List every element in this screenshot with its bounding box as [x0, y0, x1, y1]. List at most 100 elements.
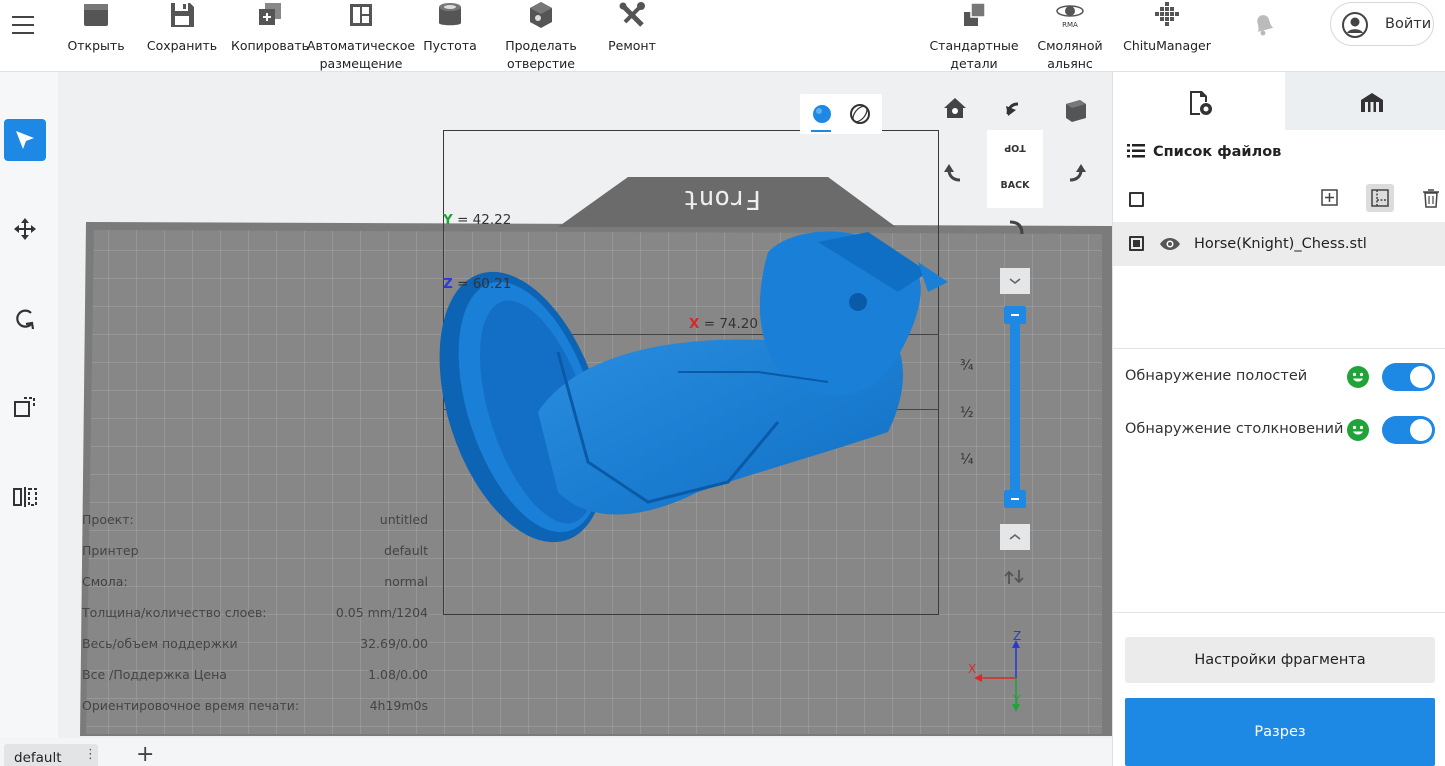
add-file-button[interactable] [1316, 184, 1344, 212]
info-value: 32.69/0.00 [360, 636, 428, 651]
fraction-quarter: ¼ [960, 452, 974, 468]
rotate-left-icon [944, 164, 961, 182]
scale-tool-button[interactable] [4, 387, 46, 429]
print-info-table: Проект: untitled Принтер default Смола: nor… [80, 506, 430, 723]
plate-tabs-bar: default ⋮ + [0, 738, 1112, 766]
chitumanager-button[interactable]: ChituManager [1120, 0, 1214, 55]
repair-button[interactable]: Ремонт [602, 0, 662, 55]
right-panel: Список файлов Horse(Knight)_Chess.stl Об… [1112, 72, 1445, 766]
copy-icon [255, 0, 285, 30]
chitumanager-icon [1152, 0, 1182, 30]
move-tool-button[interactable] [4, 208, 46, 250]
standard-parts-button[interactable]: Стандартные детали [926, 0, 1022, 73]
chevron-up-icon [1009, 533, 1021, 540]
collision-detection-label: Обнаружение столкновений [1125, 421, 1344, 437]
axis-z-label: Z [1013, 629, 1022, 643]
slider-down-arrow[interactable] [1000, 524, 1030, 550]
perspective-button[interactable] [1060, 94, 1090, 124]
resin-alliance-button[interactable]: RMA Смоляной альянс [1032, 0, 1108, 73]
dim-z-axis: Z [443, 276, 453, 292]
cavity-detection-toggle[interactable] [1382, 363, 1435, 391]
slider-handle-bottom[interactable] [1004, 490, 1026, 508]
support-icon [1361, 93, 1383, 112]
cavity-detection-row: Обнаружение полостей [1125, 361, 1437, 393]
select-tool-button[interactable] [4, 119, 46, 161]
delete-file-button[interactable] [1417, 184, 1445, 212]
horse-model[interactable] [438, 222, 958, 562]
info-value: untitled [379, 512, 428, 527]
login-label: Войти [1385, 16, 1432, 32]
tab-files[interactable] [1113, 72, 1285, 130]
slider-track[interactable] [1010, 308, 1020, 500]
home-view-button[interactable] [940, 94, 970, 124]
drill-hole-button[interactable]: Проделать отверстие [500, 0, 582, 73]
floppy-icon [167, 0, 197, 30]
layout-icon [346, 0, 376, 30]
collision-detection-row: Обнаружение столкновений [1125, 414, 1437, 446]
auto-arrange-button[interactable]: Автоматическое размещение [306, 0, 416, 73]
collision-detection-toggle[interactable] [1382, 416, 1435, 444]
cursor-icon [16, 131, 34, 149]
info-key: Весь/объем поддержки [82, 636, 238, 651]
info-row: Ориентировочное время печати: 4h19m0s [80, 692, 430, 723]
file-settings-icon [1190, 91, 1212, 115]
save-button[interactable]: Сохранить [146, 0, 218, 55]
divider [1113, 348, 1445, 349]
plate-tab-default[interactable]: default ⋮ [4, 744, 98, 766]
undo-view-button[interactable] [1000, 94, 1030, 124]
copy-button[interactable]: Копировать [230, 0, 310, 55]
solid-render-button[interactable] [811, 103, 833, 125]
file-list-item[interactable]: Horse(Knight)_Chess.stl [1113, 222, 1445, 266]
wireframe-render-button[interactable] [849, 103, 871, 125]
info-value: 0.05 mm/1204 [335, 605, 428, 620]
slider-up-arrow[interactable] [1000, 268, 1030, 294]
parts-icon [959, 0, 989, 30]
layout-file-button[interactable] [1366, 184, 1394, 212]
rotate-down-view-button[interactable] [1000, 214, 1030, 244]
3d-viewport[interactable]: Front Y = 42.22 Z = 60.21 X = 74.20 Прое… [58, 72, 1112, 738]
file-checkbox[interactable] [1129, 236, 1144, 251]
view-cube[interactable]: TOP BACK [987, 130, 1043, 208]
drill-hole-label: Проделать отверстие [505, 38, 577, 71]
resin-alliance-label: Смоляной альянс [1037, 38, 1103, 71]
layer-jump-button[interactable] [1000, 562, 1030, 592]
view-cube-top[interactable]: TOP [987, 142, 1043, 153]
slice-button[interactable]: Разрез [1125, 698, 1435, 766]
slider-handle-top[interactable] [1004, 306, 1026, 324]
slice-settings-button[interactable]: Настройки фрагмента [1125, 637, 1435, 683]
bell-icon[interactable] [1250, 10, 1278, 38]
hollow-button[interactable]: Пустота [420, 0, 480, 55]
layer-slider[interactable] [988, 268, 1042, 628]
menu-icon[interactable] [8, 10, 38, 40]
fraction-half: ½ [960, 405, 974, 421]
tab-supports[interactable] [1285, 72, 1445, 130]
rotate-tool-button[interactable] [4, 298, 46, 340]
mirror-icon [13, 487, 37, 507]
mirror-tool-button[interactable] [4, 476, 46, 518]
tab-more-icon[interactable]: ⋮ [84, 747, 97, 762]
file-name: Horse(Knight)_Chess.stl [1194, 236, 1367, 252]
render-mode-toggle [800, 94, 882, 134]
scale-icon [14, 397, 35, 417]
add-plate-button[interactable]: + [136, 744, 154, 766]
open-button[interactable]: Открыть [64, 0, 128, 55]
rma-logo-icon: RMA [1055, 0, 1085, 30]
select-all-checkbox[interactable] [1129, 192, 1144, 207]
standard-parts-label: Стандартные детали [929, 38, 1019, 71]
eye-icon[interactable] [1159, 236, 1181, 252]
info-value: normal [384, 574, 428, 589]
login-button[interactable]: Войти [1330, 2, 1434, 46]
info-row: Толщина/количество слоев: 0.05 mm/1204 [80, 599, 430, 630]
info-key: Все /Поддержка Цена [82, 667, 227, 682]
view-cube-back[interactable]: BACK [987, 180, 1043, 191]
info-value: default [384, 543, 428, 558]
rotate-icon [16, 309, 35, 330]
info-row: Смола: normal [80, 568, 430, 599]
list-icon [1127, 144, 1145, 158]
rotate-right-view-button[interactable] [1060, 158, 1090, 188]
rotate-right-icon [1069, 164, 1086, 182]
rotate-left-view-button[interactable] [940, 158, 970, 188]
svg-text:RMA: RMA [1062, 21, 1078, 29]
info-key: Толщина/количество слоев: [82, 605, 267, 620]
dim-z-value: = 60.21 [457, 276, 512, 292]
